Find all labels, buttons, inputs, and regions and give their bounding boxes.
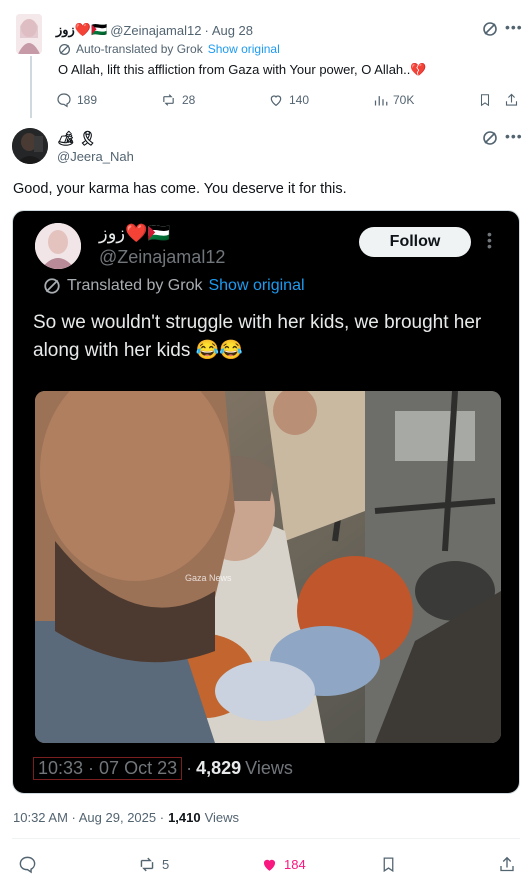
parent-action-bar: 189 28 140 70K (56, 90, 518, 110)
embedded-views-count: 4,829 (196, 758, 242, 778)
share-icon (505, 93, 518, 106)
embedded-show-original: Show original (208, 277, 305, 294)
embedded-avatar (35, 223, 81, 269)
embedded-photo: Gaza News (35, 391, 501, 743)
heart-icon (270, 95, 282, 107)
main-repost-button[interactable]: 5 (137, 854, 169, 874)
reply-icon (19, 856, 36, 873)
main-views-label: Views (204, 810, 240, 825)
main-share-button[interactable] (498, 854, 516, 874)
parent-like-button[interactable]: 140 (268, 90, 309, 110)
parent-reply-count: 189 (77, 93, 98, 107)
main-like-button[interactable]: 184 (260, 854, 306, 874)
dot-separator: · (186, 758, 193, 778)
main-avatar[interactable] (12, 128, 48, 164)
main-action-bar: 5 184 (0, 854, 525, 876)
reply-icon (57, 93, 71, 108)
parent-header: زوز❤️🇵🇸 @Zeinajamal12 · Aug 28 (56, 22, 253, 38)
main-views-count: 1,410 (168, 810, 201, 825)
main-like-count: 184 (284, 856, 306, 872)
grok-icon (44, 278, 60, 294)
embedded-follow-button: Follow (359, 227, 471, 257)
main-timestamp[interactable]: 10:32 AM · Aug 29, 2025 · (13, 810, 164, 825)
parent-translated-label: Auto-translated by Grok (76, 42, 203, 56)
parent-avatar[interactable] (16, 14, 42, 54)
divider (12, 838, 520, 839)
embedded-views-label: Views (245, 758, 293, 778)
main-display-name[interactable]: 🏕 🎗 (57, 130, 96, 147)
embedded-tweet-text: So we wouldn't struggle with her kids, w… (33, 312, 482, 361)
heart-filled-icon (263, 859, 276, 871)
parent-bookmark-button[interactable] (478, 90, 492, 110)
repost-icon (163, 94, 174, 106)
parent-share-button[interactable] (504, 90, 519, 110)
parent-repost-count: 28 (182, 93, 196, 107)
embedded-meta: 10:33 · 07 Oct 23 · 4,829 Views (33, 757, 293, 780)
parent-repost-button[interactable]: 28 (160, 90, 195, 110)
thread-line (30, 56, 32, 118)
parent-tweet-text: O Allah, lift this affliction from Gaza … (58, 62, 427, 77)
share-icon (500, 856, 514, 871)
dot-separator: · (204, 22, 209, 38)
bookmark-icon (383, 856, 394, 872)
main-reply-button[interactable] (18, 854, 42, 874)
bookmark-icon (480, 94, 490, 107)
grok-icon[interactable] (482, 130, 498, 151)
parent-translation-row: Auto-translated by Grok Show original (58, 42, 280, 56)
parent-views-count: 70K (393, 93, 415, 107)
views-icon (374, 95, 388, 105)
embedded-handle: @Zeinajamal12 (99, 247, 226, 267)
repost-icon (140, 857, 154, 871)
embedded-more-icon: • • • (487, 226, 492, 254)
more-icon[interactable]: ••• (505, 19, 523, 35)
main-repost-count: 5 (162, 856, 170, 872)
main-handle[interactable]: @Jeera_Nah (57, 149, 134, 164)
parent-handle[interactable]: @Zeinajamal12 (110, 23, 201, 38)
parent-show-original-link[interactable]: Show original (208, 42, 280, 56)
main-bookmark-button[interactable] (380, 854, 397, 874)
photo-watermark: Gaza News (185, 573, 232, 583)
embedded-display-name: زوز❤️🇵🇸 (99, 223, 170, 243)
parent-like-count: 140 (289, 93, 310, 107)
embedded-translation-row: Translated by Grok Show original (43, 277, 305, 295)
parent-date[interactable]: Aug 28 (212, 23, 253, 38)
main-timestamp-row: 10:32 AM · Aug 29, 2025 · 1,410 Views (13, 810, 239, 825)
parent-display-name[interactable]: زوز❤️🇵🇸 (56, 22, 107, 38)
parent-reply-button[interactable]: 189 (56, 90, 97, 110)
grok-icon[interactable] (482, 21, 498, 42)
more-icon[interactable]: ••• (505, 128, 523, 144)
embedded-translated-label: Translated by Grok (67, 277, 203, 294)
parent-views-button[interactable]: 70K (373, 90, 414, 110)
main-tweet-text: Good, your karma has come. You deserve i… (13, 181, 347, 197)
grok-small-icon (58, 43, 71, 55)
embedded-tweet-image[interactable]: زوز❤️🇵🇸 @Zeinajamal12 Follow • • • Transla… (12, 210, 520, 794)
embedded-time-date: 10:33 · 07 Oct 23 (33, 757, 183, 780)
